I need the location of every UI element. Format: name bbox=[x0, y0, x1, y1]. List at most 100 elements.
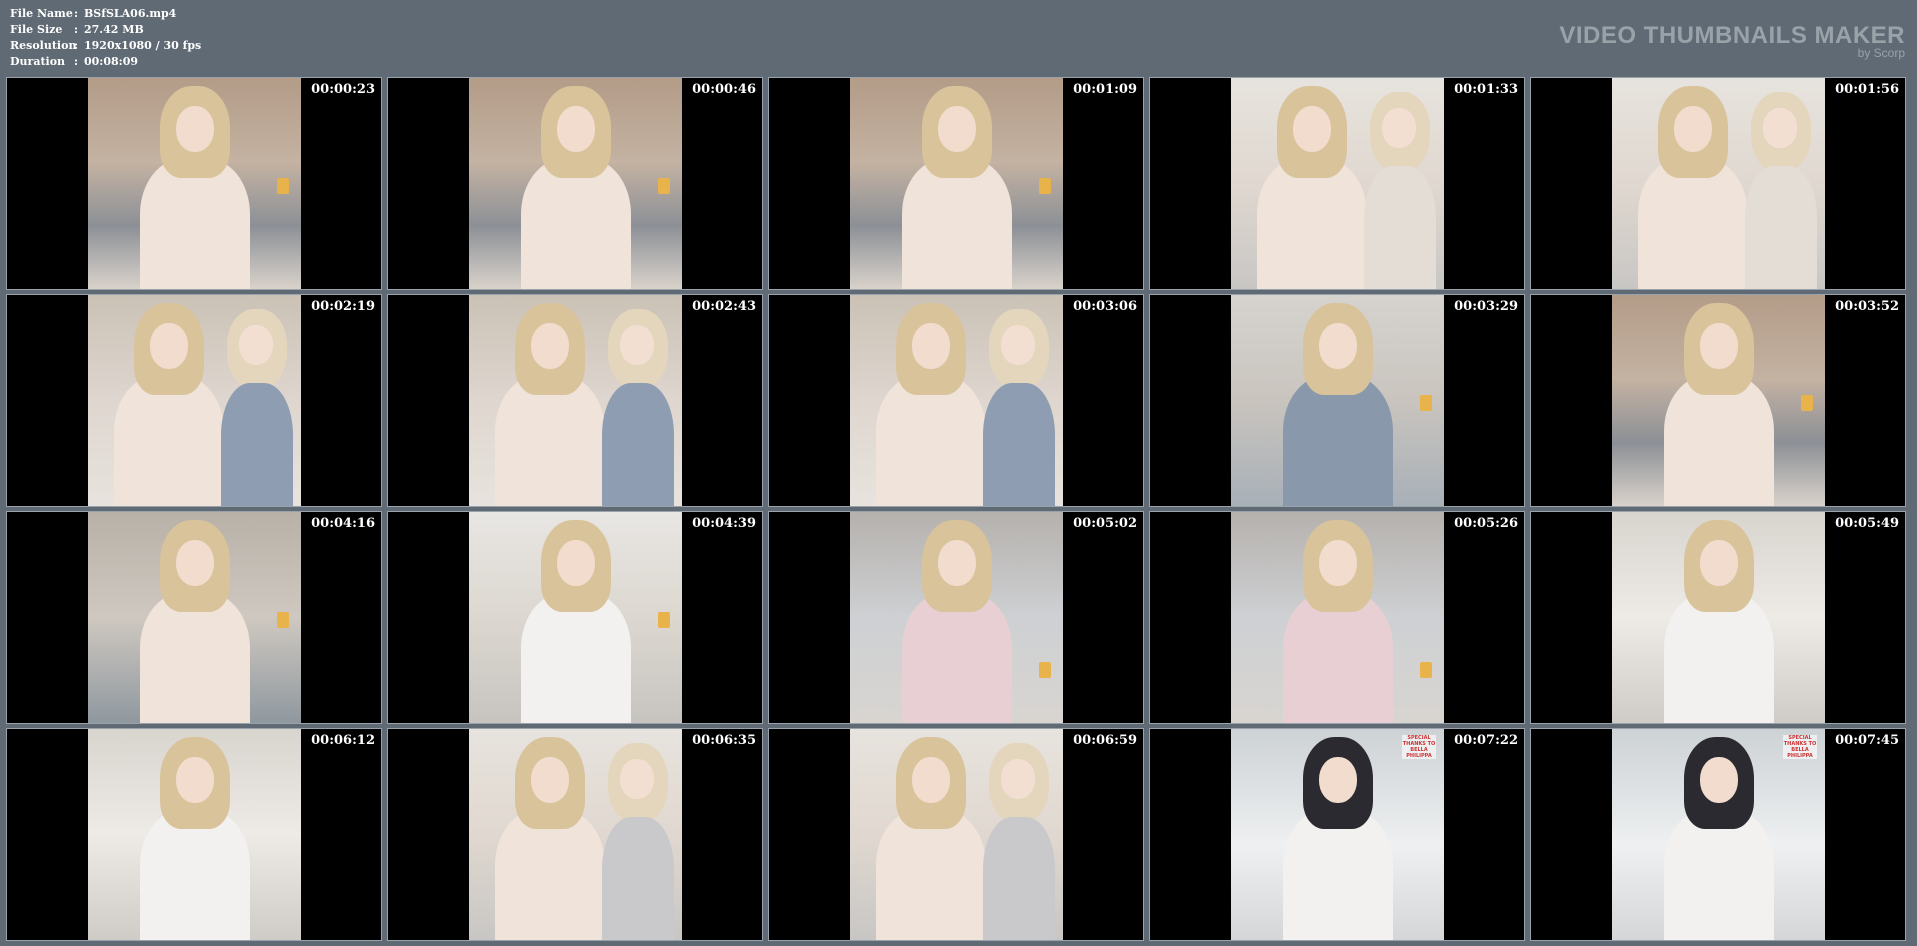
thumbnail[interactable]: SPECIAL THANKS TO BELLA PHILIPPA 00:07:45 bbox=[1530, 728, 1906, 941]
figure-face bbox=[530, 757, 569, 803]
resolution-label: Resolution bbox=[10, 39, 77, 52]
thumbnail-frame-image bbox=[1231, 512, 1444, 723]
thumbnail[interactable]: 00:04:16 bbox=[6, 511, 382, 724]
second-figure-part bbox=[1745, 166, 1817, 289]
cup-prop bbox=[658, 612, 670, 628]
thumbnail-frame-image bbox=[469, 729, 682, 940]
figure-face bbox=[937, 540, 976, 586]
second-figure bbox=[983, 309, 1055, 506]
figure-face bbox=[530, 323, 569, 369]
thumbnail-timestamp: 00:02:19 bbox=[311, 299, 375, 314]
figure-face bbox=[1699, 323, 1738, 369]
cup-prop bbox=[1420, 662, 1432, 678]
figure-face bbox=[1699, 757, 1738, 803]
thumbnail-frame-image bbox=[850, 512, 1063, 723]
figure-face bbox=[175, 106, 214, 152]
thumbnail-frame-image bbox=[1231, 78, 1444, 289]
thanks-stamp: SPECIAL THANKS TO BELLA PHILIPPA bbox=[1783, 735, 1817, 759]
second-figure-part bbox=[620, 325, 654, 365]
thumbnail-timestamp: 00:05:02 bbox=[1073, 516, 1137, 531]
figure-face bbox=[1292, 106, 1331, 152]
second-figure-part bbox=[620, 759, 654, 799]
thumbnail-timestamp: 00:03:52 bbox=[1835, 299, 1899, 314]
thumbnail-timestamp: 00:07:22 bbox=[1454, 733, 1518, 748]
second-figure-part bbox=[983, 817, 1055, 940]
thumbnail-frame-image bbox=[1231, 295, 1444, 506]
thumbnail[interactable]: 00:02:19 bbox=[6, 294, 382, 507]
thumbnail-frame-image bbox=[1612, 295, 1825, 506]
figure-face bbox=[1673, 106, 1712, 152]
figure-face bbox=[175, 540, 214, 586]
duration-row: Duration : 00:08:09 bbox=[10, 54, 201, 70]
cup-prop bbox=[1420, 395, 1432, 411]
thanks-stamp: SPECIAL THANKS TO BELLA PHILIPPA bbox=[1402, 735, 1436, 759]
thumbnail-frame-image bbox=[469, 295, 682, 506]
thumbnail[interactable]: 00:04:39 bbox=[387, 511, 763, 724]
second-figure bbox=[221, 309, 293, 506]
second-figure-part bbox=[239, 325, 273, 365]
info-header: File Name : BSfSLA06.mp4 File Size : 27.… bbox=[0, 0, 1917, 74]
file-name-row: File Name : BSfSLA06.mp4 bbox=[10, 6, 201, 22]
thumbnail-frame-image: SPECIAL THANKS TO BELLA PHILIPPA bbox=[1231, 729, 1444, 940]
thumbnail[interactable]: 00:05:49 bbox=[1530, 511, 1906, 724]
thumbnail[interactable]: SPECIAL THANKS TO BELLA PHILIPPA 00:07:22 bbox=[1149, 728, 1525, 941]
thumbnail-grid: 00:00:23 00:00:46 00:01:09 00:01:33 00:01:56… bbox=[6, 77, 1906, 941]
thumbnail[interactable]: 00:00:23 bbox=[6, 77, 382, 290]
thumbnail[interactable]: 00:05:02 bbox=[768, 511, 1144, 724]
second-figure-part bbox=[602, 383, 674, 506]
thumbnail[interactable]: 00:00:46 bbox=[387, 77, 763, 290]
second-figure-part bbox=[983, 383, 1055, 506]
thumbnail-timestamp: 00:06:12 bbox=[311, 733, 375, 748]
cup-prop bbox=[277, 612, 289, 628]
thumbnail[interactable]: 00:06:35 bbox=[387, 728, 763, 941]
file-name-label: File Name bbox=[10, 7, 73, 20]
file-size-label: File Size bbox=[10, 23, 63, 36]
thumbnail[interactable]: 00:01:09 bbox=[768, 77, 1144, 290]
second-figure-part bbox=[1364, 166, 1436, 289]
second-figure-part bbox=[1763, 108, 1797, 148]
second-figure-part bbox=[1001, 759, 1035, 799]
resolution-row: Resolution : 1920x1080 / 30 fps bbox=[10, 38, 201, 54]
file-size-value: 27.42 MB bbox=[84, 23, 144, 36]
brand-title: VIDEO THUMBNAILS MAKER bbox=[1559, 22, 1905, 49]
figure-face bbox=[1318, 757, 1357, 803]
thumbnail-frame-image bbox=[850, 729, 1063, 940]
thumbnail-timestamp: 00:02:43 bbox=[692, 299, 756, 314]
second-figure-part bbox=[602, 817, 674, 940]
figure-face bbox=[911, 757, 950, 803]
thumbnail-timestamp: 00:01:09 bbox=[1073, 82, 1137, 97]
thumbnail[interactable]: 00:03:29 bbox=[1149, 294, 1525, 507]
thumbnail-frame-image bbox=[88, 512, 301, 723]
file-info: File Name : BSfSLA06.mp4 File Size : 27.… bbox=[10, 6, 201, 70]
thumbnail-timestamp: 00:03:29 bbox=[1454, 299, 1518, 314]
thumbnail[interactable]: 00:02:43 bbox=[387, 294, 763, 507]
thumbnail-timestamp: 00:04:16 bbox=[311, 516, 375, 531]
thumbnail[interactable]: 00:01:33 bbox=[1149, 77, 1525, 290]
thumbnail-frame-image bbox=[88, 729, 301, 940]
cup-prop bbox=[1039, 662, 1051, 678]
thumbnail-frame-image bbox=[1612, 78, 1825, 289]
thumbnail-timestamp: 00:00:46 bbox=[692, 82, 756, 97]
second-figure-part bbox=[221, 383, 293, 506]
separator: : bbox=[74, 23, 79, 36]
figure-face bbox=[1318, 540, 1357, 586]
figure-face bbox=[556, 106, 595, 152]
thumbnail[interactable]: 00:05:26 bbox=[1149, 511, 1525, 724]
thumbnail[interactable]: 00:03:52 bbox=[1530, 294, 1906, 507]
thumbnail[interactable]: 00:03:06 bbox=[768, 294, 1144, 507]
thumbnail-frame-image bbox=[850, 78, 1063, 289]
thumbnail[interactable]: 00:01:56 bbox=[1530, 77, 1906, 290]
thumbnail[interactable]: 00:06:12 bbox=[6, 728, 382, 941]
thumbnail-frame-image bbox=[850, 295, 1063, 506]
thumbnail[interactable]: 00:06:59 bbox=[768, 728, 1144, 941]
thumbnail-frame-image: SPECIAL THANKS TO BELLA PHILIPPA bbox=[1612, 729, 1825, 940]
thumbnail-frame-image bbox=[469, 512, 682, 723]
duration-value: 00:08:09 bbox=[84, 55, 139, 68]
duration-label: Duration bbox=[10, 55, 66, 68]
figure-face bbox=[149, 323, 188, 369]
thumbnail-timestamp: 00:00:23 bbox=[311, 82, 375, 97]
thumbnail-timestamp: 00:03:06 bbox=[1073, 299, 1137, 314]
brand-watermark: VIDEO THUMBNAILS MAKER by Scorp bbox=[1559, 22, 1905, 60]
file-size-row: File Size : 27.42 MB bbox=[10, 22, 201, 38]
thumbnail-frame-image bbox=[469, 78, 682, 289]
